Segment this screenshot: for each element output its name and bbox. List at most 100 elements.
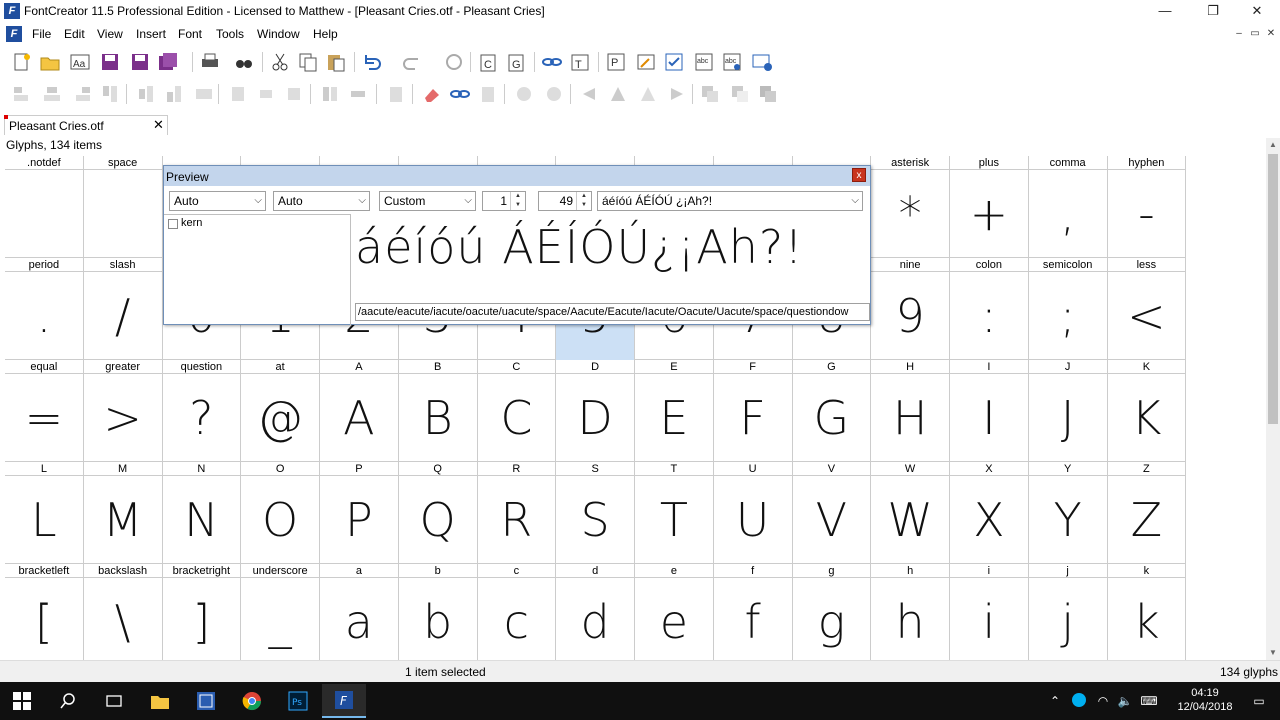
glyph-cell[interactable]: JJ: [1028, 360, 1108, 462]
glyph-cell[interactable]: RR: [477, 462, 557, 564]
font-preview-icon[interactable]: Aa: [68, 50, 92, 74]
glyph-cell[interactable]: II: [950, 360, 1029, 462]
font-size-stepper[interactable]: 49 ▲ ▼: [538, 191, 592, 211]
glyph-cell[interactable]: ii: [950, 564, 1029, 660]
menu-insert[interactable]: Insert: [136, 27, 166, 41]
preview-titlebar[interactable]: Preview x: [164, 166, 870, 186]
glyph-cell[interactable]: space: [83, 156, 163, 258]
print-icon[interactable]: [198, 50, 222, 74]
task-view-icon[interactable]: [92, 684, 136, 718]
document-tab[interactable]: Pleasant Cries.otf ✕: [4, 115, 168, 135]
glyph-cell[interactable]: hyphen -: [1107, 156, 1187, 258]
glyph-cell[interactable]: hh: [871, 564, 950, 660]
glyph-cell[interactable]: VV: [792, 462, 872, 564]
find-icon[interactable]: [232, 50, 256, 74]
glyph-cell[interactable]: semicolon;: [1028, 258, 1108, 360]
glyph-cell[interactable]: slash /: [83, 258, 163, 360]
glyph-cell[interactable]: KK: [1107, 360, 1187, 462]
sample-text-input[interactable]: áéíóú ÁÉÍÓÚ ¿¡Ah?! ⌵: [597, 191, 863, 211]
preview-window-icon[interactable]: [750, 50, 774, 74]
glyph-cell[interactable]: plus +: [950, 156, 1029, 258]
minimize-button[interactable]: —: [1142, 0, 1188, 22]
line-count-stepper[interactable]: 1 ▲ ▼: [482, 191, 526, 211]
open-icon[interactable]: [38, 50, 62, 74]
tab-close-icon[interactable]: ✕: [153, 117, 164, 133]
union-icon[interactable]: [698, 82, 722, 106]
menu-file[interactable]: File: [32, 27, 51, 41]
glyph-cell[interactable]: .notdef: [5, 156, 84, 258]
triangle-left-icon[interactable]: [606, 82, 630, 106]
glyph-cell[interactable]: CC: [477, 360, 557, 462]
glyph-names-field[interactable]: /aacute/eacute/iacute/oacute/uacute/spac…: [355, 303, 870, 321]
subtract-icon[interactable]: [728, 82, 752, 106]
kern-checkbox[interactable]: [168, 219, 178, 229]
edit-icon[interactable]: [634, 50, 658, 74]
show-hidden-icons-icon[interactable]: ⌃: [1046, 692, 1064, 710]
intersect-icon[interactable]: [542, 82, 566, 106]
glyph-cell[interactable]: bracketright]: [162, 564, 242, 660]
glyph-cell[interactable]: bb: [398, 564, 478, 660]
glyph-cell[interactable]: UU: [713, 462, 793, 564]
glyph-cell[interactable]: dd: [556, 564, 635, 660]
mdi-close-button[interactable]: ✕: [1264, 27, 1278, 41]
chrome-icon[interactable]: [230, 684, 274, 718]
insert-glyph-icon[interactable]: G: [504, 50, 528, 74]
notifications-icon[interactable]: ▭: [1250, 692, 1268, 710]
spell-check-icon[interactable]: abc: [692, 50, 716, 74]
distribute-right-icon[interactable]: [254, 82, 278, 106]
windows-start-icon[interactable]: [0, 684, 44, 718]
vertical-scrollbar[interactable]: ▲ ▼: [1266, 138, 1280, 660]
align-middle-icon[interactable]: [134, 82, 158, 106]
glyph-cell[interactable]: nine 9: [871, 258, 950, 360]
glyph-cell[interactable]: gg: [792, 564, 872, 660]
glyph-cell[interactable]: XX: [950, 462, 1029, 564]
save-all-icon[interactable]: [156, 50, 180, 74]
document-menu-icon[interactable]: F: [6, 26, 22, 42]
glyph-cell[interactable]: NN: [162, 462, 242, 564]
glyph-cell[interactable]: period.: [5, 258, 84, 360]
maximize-button[interactable]: ❐: [1190, 0, 1236, 22]
close-button[interactable]: ✕: [1234, 0, 1280, 22]
volume-icon[interactable]: 🔈: [1116, 692, 1134, 710]
align-center-icon[interactable]: [40, 82, 64, 106]
align-left-icon[interactable]: [10, 82, 34, 106]
fontcreator-app-icon[interactable]: [184, 684, 228, 718]
text-source-combo[interactable]: Custom ⌵: [379, 191, 476, 211]
glyph-cell[interactable]: backslash \: [83, 564, 163, 660]
glyph-cell[interactable]: ff: [713, 564, 793, 660]
properties-icon[interactable]: P: [604, 50, 628, 74]
align-top-icon[interactable]: [98, 82, 122, 106]
glyph-cell[interactable]: colon:: [950, 258, 1029, 360]
glyph-cell[interactable]: question?: [162, 360, 242, 462]
flip-icon[interactable]: [282, 82, 306, 106]
save-icon[interactable]: [98, 50, 122, 74]
arrow-right-icon[interactable]: [664, 82, 688, 106]
glyph-cell[interactable]: at @: [241, 360, 320, 462]
combine-icon[interactable]: [512, 82, 536, 106]
break-link-icon[interactable]: [448, 82, 472, 106]
stepper-arrows-icon[interactable]: ▲ ▼: [510, 192, 525, 210]
glyph-cell[interactable]: cc: [477, 564, 557, 660]
eraser-icon[interactable]: [420, 82, 444, 106]
glyph-cell[interactable]: AA: [320, 360, 399, 462]
glyph-cell[interactable]: QQ: [398, 462, 478, 564]
script-combo[interactable]: Auto ⌵: [273, 191, 370, 211]
glyph-cell[interactable]: greater >: [83, 360, 163, 462]
keyboard-icon[interactable]: ⌨: [1140, 692, 1158, 710]
glyph-cell[interactable]: LL: [5, 462, 84, 564]
redo-icon[interactable]: [400, 50, 424, 74]
mirror-icon[interactable]: [318, 82, 342, 106]
decompose-icon[interactable]: [476, 82, 500, 106]
new-font-icon[interactable]: [10, 50, 34, 74]
glyph-cell[interactable]: asterisk *: [871, 156, 950, 258]
menu-tools[interactable]: Tools: [216, 27, 244, 41]
distribute-icon[interactable]: [192, 82, 216, 106]
glyph-cell[interactable]: SS: [556, 462, 635, 564]
glyph-cell[interactable]: less <: [1107, 258, 1187, 360]
glyph-cell[interactable]: aa: [320, 564, 399, 660]
align-right-icon[interactable]: [70, 82, 94, 106]
glyph-cell[interactable]: HH: [871, 360, 950, 462]
glyph-cell[interactable]: PP: [320, 462, 399, 564]
link-icon[interactable]: [540, 50, 564, 74]
distribute-center-icon[interactable]: [226, 82, 250, 106]
